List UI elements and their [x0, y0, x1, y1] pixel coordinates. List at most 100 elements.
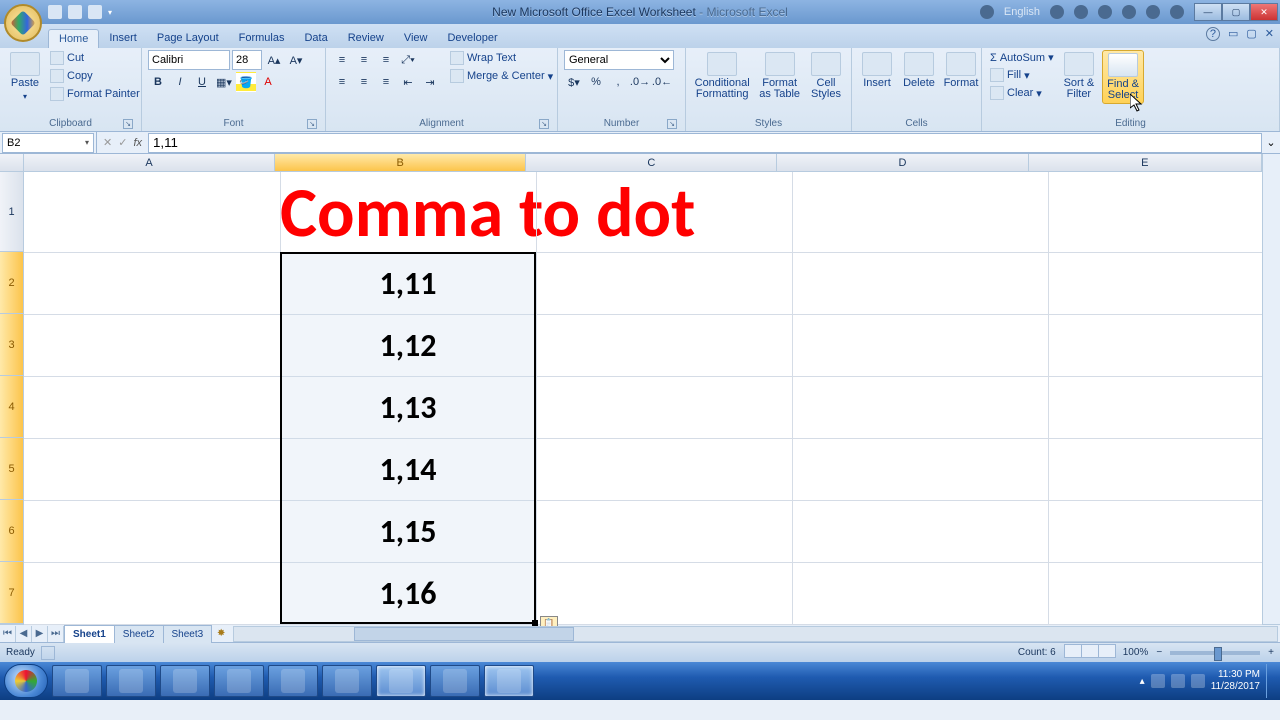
- paste-button[interactable]: Paste▾: [6, 50, 44, 104]
- save-icon[interactable]: [48, 5, 62, 19]
- cloud-icon[interactable]: [1050, 5, 1064, 19]
- align-bottom-icon[interactable]: ≡: [376, 50, 396, 70]
- view-buttons[interactable]: [1064, 644, 1115, 661]
- redo-icon[interactable]: [88, 5, 102, 19]
- vertical-scrollbar[interactable]: [1262, 154, 1280, 624]
- orientation-icon[interactable]: ⤢▾: [398, 50, 418, 70]
- sort-filter-button[interactable]: Sort & Filter: [1060, 50, 1099, 102]
- tab-page-layout[interactable]: Page Layout: [147, 29, 229, 48]
- decrease-decimal-icon[interactable]: .0←: [652, 72, 672, 92]
- tab-view[interactable]: View: [394, 29, 438, 48]
- font-dialog-launcher[interactable]: ↘: [307, 119, 317, 129]
- maximize-button[interactable]: ▢: [1222, 3, 1250, 21]
- qat-dropdown-icon[interactable]: ▾: [108, 8, 112, 17]
- tab-developer[interactable]: Developer: [437, 29, 507, 48]
- cancel-formula-icon[interactable]: ✕: [103, 136, 112, 149]
- alignment-dialog-launcher[interactable]: ↘: [539, 119, 549, 129]
- col-head-A[interactable]: A: [24, 154, 275, 172]
- zoom-level[interactable]: 100%: [1123, 647, 1149, 658]
- align-left-icon[interactable]: ≡: [332, 72, 352, 92]
- tab-review[interactable]: Review: [338, 29, 394, 48]
- taskbar-firefox[interactable]: [268, 665, 318, 697]
- row-head-7[interactable]: 7: [0, 562, 24, 624]
- taskbar-excel[interactable]: [484, 665, 534, 697]
- format-painter-button[interactable]: Format Painter: [48, 86, 142, 102]
- row-head-3[interactable]: 3: [0, 314, 24, 376]
- language-label[interactable]: English: [1004, 6, 1040, 18]
- insert-cells-button[interactable]: Insert: [858, 50, 896, 91]
- globe-icon[interactable]: [1122, 5, 1136, 19]
- number-dialog-launcher[interactable]: ↘: [667, 119, 677, 129]
- cell-grid[interactable]: Comma to dot 📋1,111,121,131,141,151,16: [24, 172, 1262, 624]
- border-button[interactable]: ▦▾: [214, 72, 234, 92]
- battery-icon[interactable]: [1171, 674, 1185, 688]
- number-format-select[interactable]: General: [564, 50, 674, 70]
- accounting-format-icon[interactable]: $▾: [564, 72, 584, 92]
- col-head-D[interactable]: D: [777, 154, 1028, 172]
- bold-button[interactable]: B: [148, 72, 168, 92]
- show-hidden-icon[interactable]: ▴: [1140, 676, 1145, 687]
- copy-button[interactable]: Copy: [48, 68, 142, 84]
- align-center-icon[interactable]: ≡: [354, 72, 374, 92]
- settings-icon[interactable]: [1098, 5, 1112, 19]
- align-top-icon[interactable]: ≡: [332, 50, 352, 70]
- undo-icon[interactable]: [68, 5, 82, 19]
- show-desktop-button[interactable]: [1266, 664, 1276, 698]
- wrap-text-button[interactable]: Wrap Text: [448, 50, 555, 66]
- name-box[interactable]: B2▾: [2, 133, 94, 153]
- format-cells-button[interactable]: Format: [942, 50, 980, 91]
- clear-button[interactable]: Clear ▾: [988, 85, 1056, 101]
- system-clock[interactable]: 11:30 PM11/28/2017: [1211, 669, 1260, 693]
- cell-b4[interactable]: 1,13: [280, 388, 536, 427]
- increase-decimal-icon[interactable]: .0→: [630, 72, 650, 92]
- formula-input[interactable]: [148, 133, 1262, 153]
- cell-b5[interactable]: 1,14: [280, 450, 536, 489]
- sheet-tab-sheet3[interactable]: Sheet3: [163, 625, 213, 643]
- minimize-button[interactable]: —: [1194, 3, 1222, 21]
- cell-b3[interactable]: 1,12: [280, 326, 536, 365]
- taskbar-mail[interactable]: [214, 665, 264, 697]
- macro-record-icon[interactable]: [41, 646, 55, 660]
- refresh-icon[interactable]: [980, 5, 994, 19]
- find-select-button[interactable]: Find & Select: [1102, 50, 1144, 104]
- help-icon[interactable]: [1074, 5, 1088, 19]
- increase-indent-icon[interactable]: ⇥: [420, 72, 440, 92]
- font-color-button[interactable]: A: [258, 72, 278, 92]
- cut-button[interactable]: Cut: [48, 50, 142, 66]
- tab-formulas[interactable]: Formulas: [229, 29, 295, 48]
- enter-formula-icon[interactable]: ✓: [118, 136, 127, 149]
- fx-icon[interactable]: fx: [133, 137, 142, 149]
- cell-b6[interactable]: 1,15: [280, 512, 536, 551]
- next-sheet-icon[interactable]: ▶: [32, 626, 48, 642]
- taskbar-explorer[interactable]: [106, 665, 156, 697]
- col-head-E[interactable]: E: [1029, 154, 1262, 172]
- new-sheet-button[interactable]: ✸: [211, 628, 231, 639]
- taskbar-chrome[interactable]: [322, 665, 372, 697]
- start-button[interactable]: [4, 664, 48, 698]
- expand-formula-bar-icon[interactable]: ⌄: [1262, 136, 1280, 149]
- volume-icon[interactable]: [1191, 674, 1205, 688]
- row-head-5[interactable]: 5: [0, 438, 24, 500]
- italic-button[interactable]: I: [170, 72, 190, 92]
- merge-center-button[interactable]: Merge & Center ▾: [448, 68, 555, 84]
- title-cell[interactable]: Comma to dot: [280, 172, 695, 252]
- row-head-1[interactable]: 1: [0, 172, 24, 252]
- taskbar-ie[interactable]: [52, 665, 102, 697]
- prev-sheet-icon[interactable]: ◀: [16, 626, 32, 642]
- tab-home[interactable]: Home: [48, 29, 99, 48]
- clipboard-dialog-launcher[interactable]: ↘: [123, 119, 133, 129]
- format-as-table-button[interactable]: Format as Table: [756, 50, 803, 102]
- zoom-slider[interactable]: [1170, 651, 1260, 655]
- delete-cells-button[interactable]: Delete: [900, 50, 938, 91]
- cell-styles-button[interactable]: Cell Styles: [807, 50, 845, 102]
- comma-format-icon[interactable]: ,: [608, 72, 628, 92]
- autosum-button[interactable]: Σ AutoSum ▾: [988, 50, 1056, 65]
- align-middle-icon[interactable]: ≡: [354, 50, 374, 70]
- conditional-formatting-button[interactable]: Conditional Formatting: [692, 50, 752, 102]
- close-button[interactable]: ✕: [1250, 3, 1278, 21]
- first-sheet-icon[interactable]: ⏮: [0, 626, 16, 642]
- select-all-corner[interactable]: [0, 154, 24, 172]
- sheet-tab-sheet1[interactable]: Sheet1: [64, 625, 115, 643]
- taskbar-media[interactable]: [160, 665, 210, 697]
- zoom-in-icon[interactable]: +: [1268, 647, 1274, 658]
